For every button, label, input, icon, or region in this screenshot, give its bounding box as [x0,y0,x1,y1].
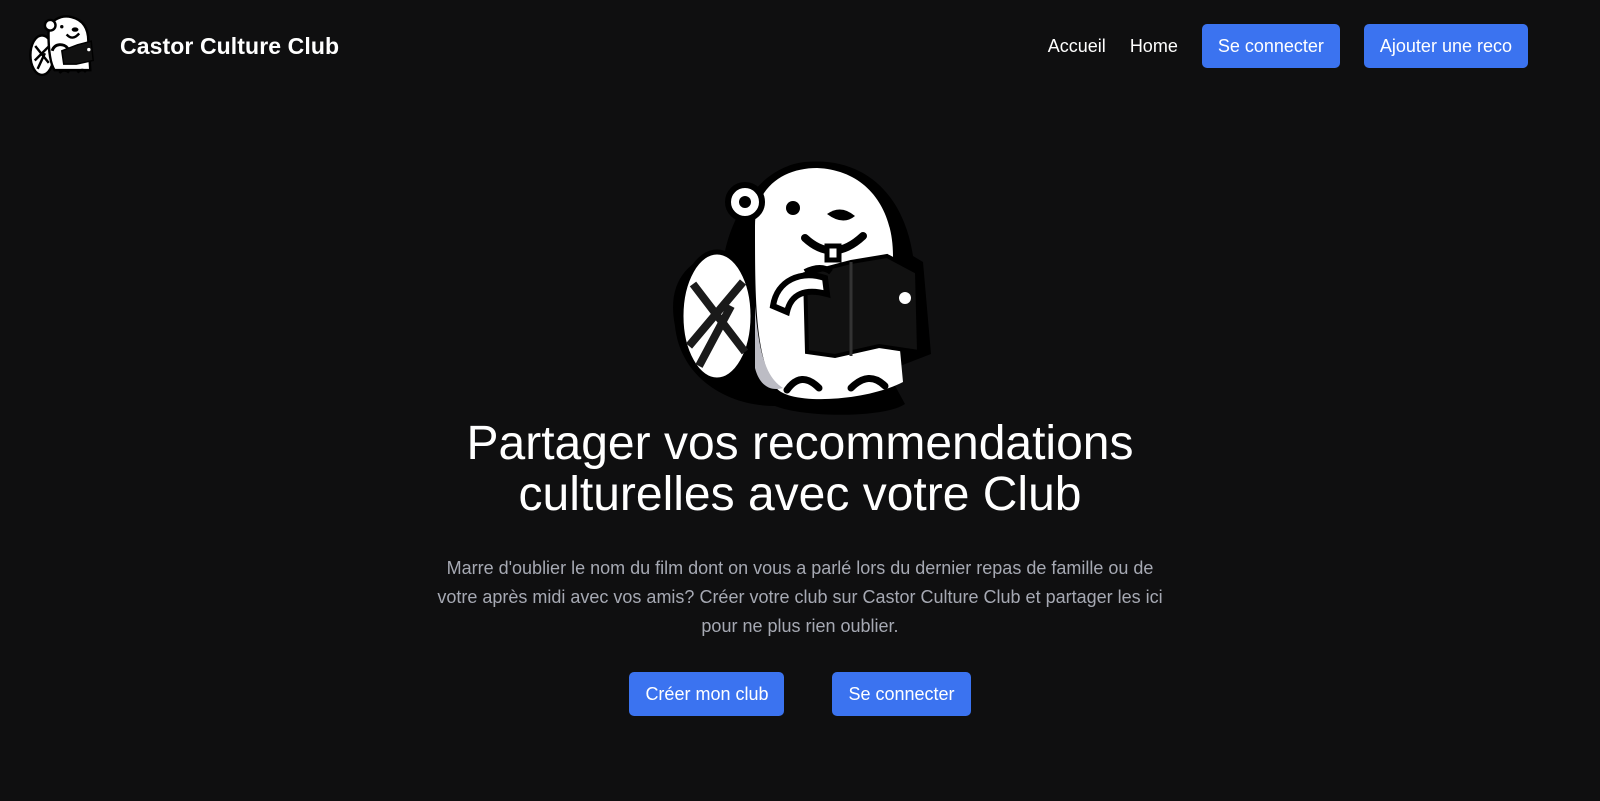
create-club-button[interactable]: Créer mon club [629,672,785,716]
hero-section: Partager vos recommendations culturelles… [0,156,1600,716]
hero-title: Partager vos recommendations culturelles… [466,417,1134,521]
hero-actions: Créer mon club Se connecter [629,672,971,716]
add-reco-button[interactable]: Ajouter une reco [1363,24,1528,68]
beaver-logo-icon [29,15,94,77]
hero-login-button[interactable]: Se connecter [832,672,971,716]
brand-name: Castor Culture Club [120,32,340,59]
nav-link-home[interactable]: Home [1130,36,1178,57]
brand-home-link[interactable]: Castor Culture Club [28,11,339,81]
top-navbar: Castor Culture Club Accueil Home Se conn… [0,0,1600,92]
main-nav: Accueil Home Se connecter Ajouter une re… [1048,24,1528,68]
nav-link-accueil[interactable]: Accueil [1048,36,1106,57]
beaver-illustration-icon [673,161,931,415]
nav-login-button[interactable]: Se connecter [1201,24,1340,68]
hero-description: Marre d'oublier le nom du film dont on v… [437,558,1163,636]
